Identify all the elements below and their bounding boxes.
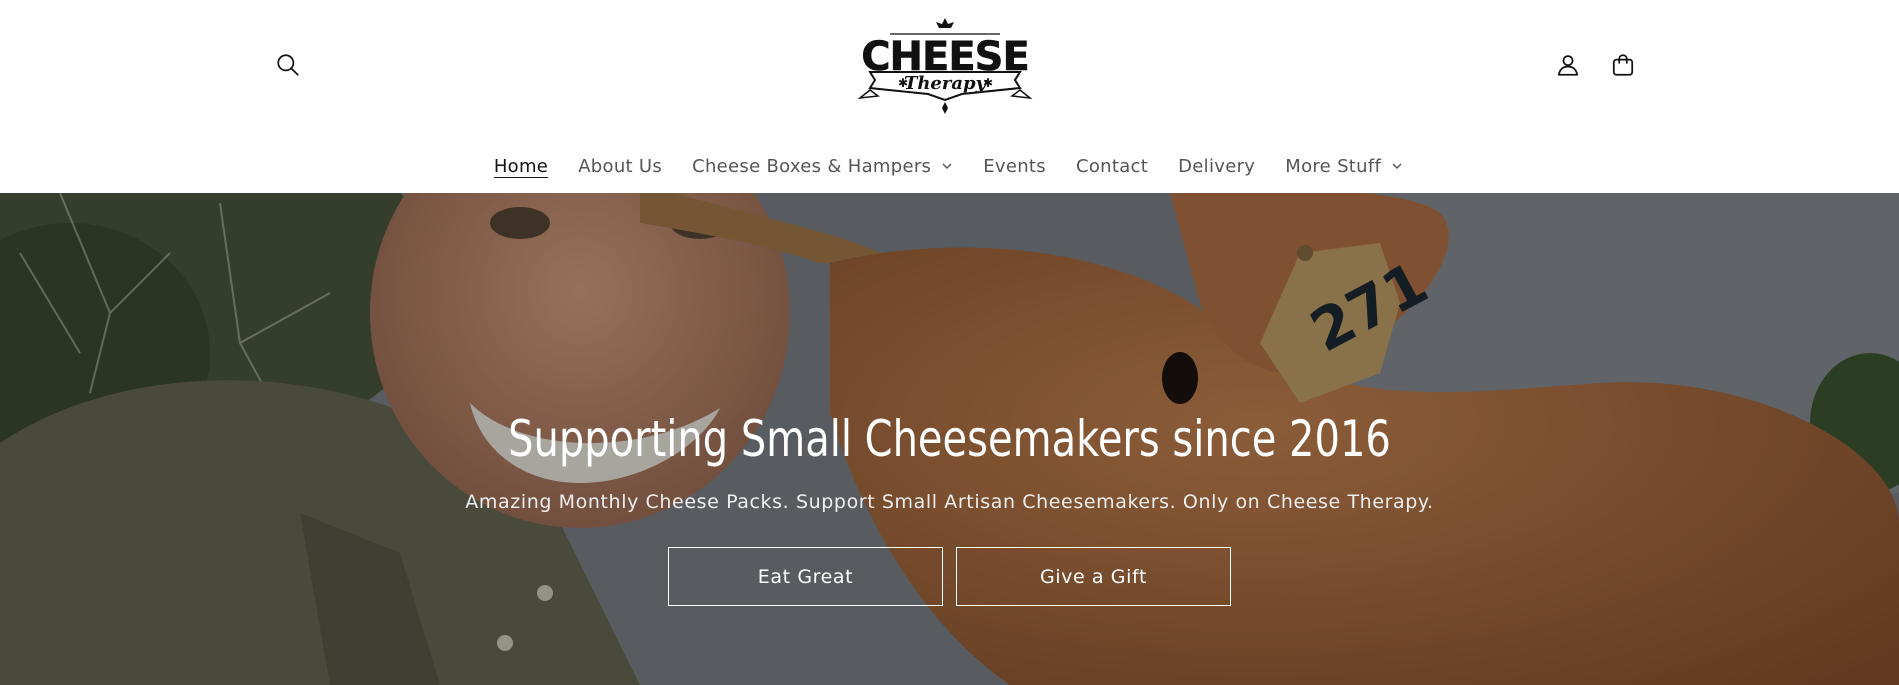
hero-content: Supporting Small Cheesemakers since 2016… [0, 193, 1899, 685]
hero-button-group: Eat Great Give a Gift [0, 547, 1899, 606]
nav-item-label: About Us [578, 155, 663, 177]
nav-item-about-us[interactable]: About Us [563, 156, 677, 177]
shopping-bag-icon[interactable] [1603, 45, 1643, 85]
hero-title: Supporting Small Cheesemakers since 2016 [508, 410, 1391, 468]
chevron-down-icon [941, 160, 953, 172]
nav-item-label: Home [493, 155, 549, 177]
nav-item-home[interactable]: Home [479, 156, 563, 177]
chevron-down-icon [1391, 160, 1403, 172]
user-icon[interactable] [1548, 45, 1588, 85]
hero-subtitle: Amazing Monthly Cheese Packs. Support Sm… [465, 491, 1434, 513]
nav-item-label: Contact [1075, 155, 1149, 177]
nav-item-label: Delivery [1178, 155, 1256, 177]
svg-text:✱: ✱ [898, 76, 908, 90]
nav-item-delivery[interactable]: Delivery [1163, 156, 1270, 177]
nav-item-contact[interactable]: Contact [1061, 156, 1163, 177]
nav-item-label: Events [983, 155, 1046, 177]
nav-item-cheese-boxes-hampers[interactable]: Cheese Boxes & Hampers [677, 156, 968, 177]
svg-text:✱: ✱ [983, 76, 993, 90]
nav-item-label: More Stuff [1285, 155, 1382, 177]
nav-item-label: Cheese Boxes & Hampers [692, 155, 932, 177]
search-icon[interactable] [268, 45, 308, 85]
cheese-therapy-logo[interactable]: CHEESE Therapy ✱ ✱ [850, 14, 1040, 118]
give-a-gift-button[interactable]: Give a Gift [956, 547, 1231, 606]
logo-script: Therapy [904, 73, 988, 94]
hero-banner: 271 Supporting Small Cheesemakers since … [0, 193, 1899, 685]
nav-item-events[interactable]: Events [968, 156, 1061, 177]
eat-great-button[interactable]: Eat Great [668, 547, 943, 606]
main-navigation: Home About Us Cheese Boxes & Hampers Eve… [0, 150, 1899, 182]
site-header: CHEESE Therapy ✱ ✱ Home About Us Cheese … [0, 0, 1899, 193]
nav-item-more-stuff[interactable]: More Stuff [1270, 156, 1418, 177]
